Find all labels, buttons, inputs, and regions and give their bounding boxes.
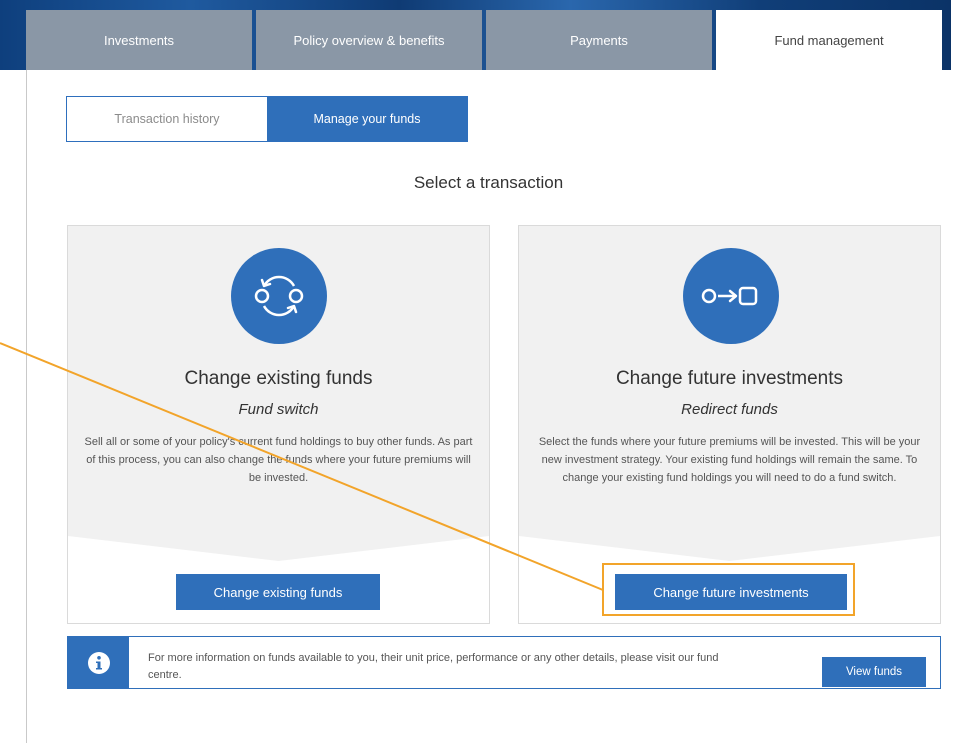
change-existing-funds-button[interactable]: Change existing funds — [176, 574, 380, 610]
card-subtitle: Fund switch — [238, 401, 319, 418]
manage-funds-button[interactable]: Manage your funds — [267, 97, 467, 141]
card-description: Sell all or some of your policy's curren… — [84, 436, 473, 484]
header-banner: Investments Policy overview & benefits P… — [0, 0, 951, 70]
main-tabs: Investments Policy overview & benefits P… — [26, 10, 942, 70]
card-title: Change existing funds — [184, 368, 373, 389]
card-description: Select the funds where your future premi… — [538, 436, 921, 484]
card-subtitle: Redirect funds — [681, 401, 778, 418]
fund-info-banner: For more information on funds available … — [67, 636, 941, 689]
info-text: For more information on funds available … — [148, 652, 719, 681]
tab-fund-management[interactable]: Fund management — [716, 10, 942, 70]
tab-policy-overview[interactable]: Policy overview & benefits — [256, 10, 482, 70]
switch-arrows-icon — [231, 248, 327, 344]
tab-investments[interactable]: Investments — [26, 10, 252, 70]
info-icon — [68, 637, 129, 688]
card-title: Change future investments — [615, 368, 844, 389]
highlight-box — [602, 563, 855, 616]
view-funds-button[interactable]: View funds — [822, 657, 926, 687]
transaction-history-button[interactable]: Transaction history — [67, 97, 267, 141]
change-existing-funds-card: Change existing funds Fund switch Sell a… — [67, 225, 490, 624]
fund-mode-toggle: Transaction history Manage your funds — [66, 96, 468, 142]
page-heading: Select a transaction — [413, 173, 564, 192]
redirect-arrow-icon — [683, 248, 779, 344]
tab-payments[interactable]: Payments — [486, 10, 712, 70]
